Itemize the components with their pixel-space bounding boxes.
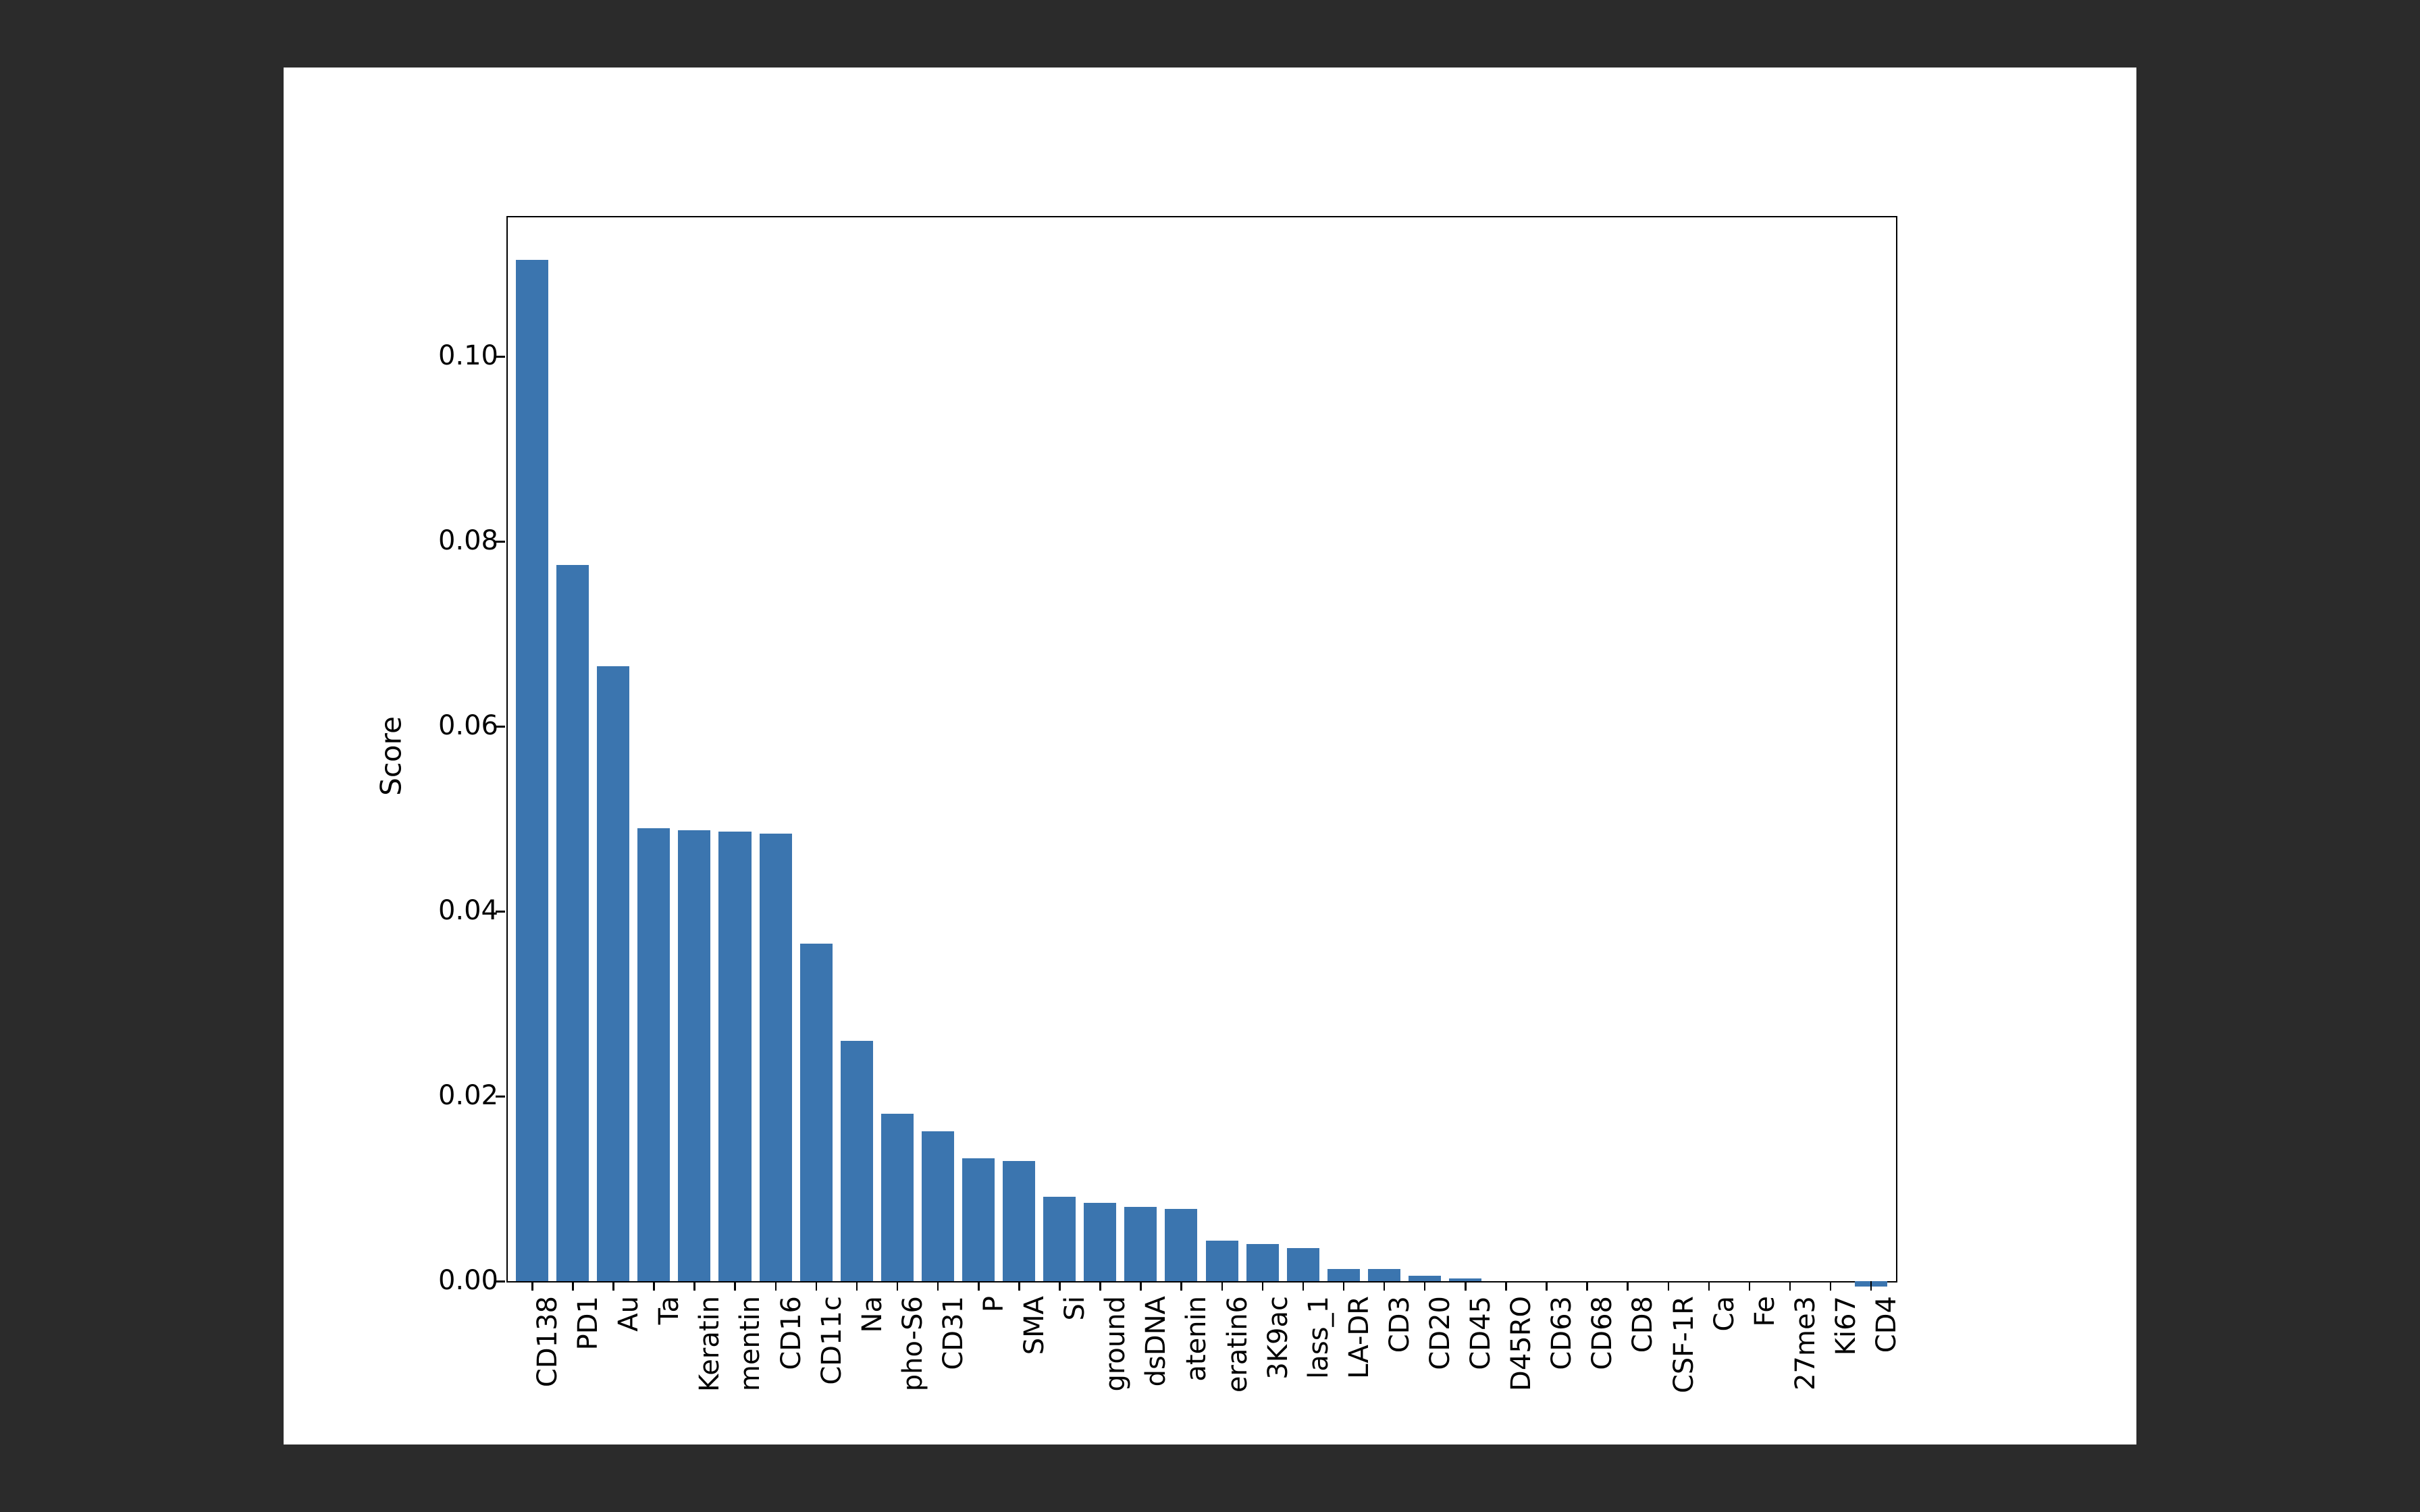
x-tick-label: D45RO: [1506, 1249, 1537, 1344]
y-tick-label: 0.08: [438, 525, 498, 556]
x-tick-label: CD45: [1465, 1259, 1496, 1333]
x-tick-label: CD11c: [816, 1251, 847, 1341]
x-tick-label: CD8: [1627, 1268, 1658, 1324]
x-tick-label: CD20: [1425, 1259, 1456, 1333]
y-tick-label: 0.04: [438, 895, 498, 926]
figure-canvas: Score 0.000.020.040.060.080.10CD138PD1Au…: [284, 68, 2136, 1444]
x-tick-label: Fe: [1750, 1280, 1781, 1311]
bar: [516, 260, 548, 1281]
bar: [637, 828, 670, 1281]
x-tick-label: dsDNA: [1140, 1251, 1172, 1341]
x-tick-label: lass_1: [1303, 1255, 1334, 1338]
x-tick-label: CD138: [532, 1250, 563, 1341]
page-root: Score 0.000.020.040.060.080.10CD138PD1Au…: [0, 0, 2420, 1512]
x-tick-label: Ta: [654, 1282, 685, 1310]
y-tick-label: 0.06: [438, 710, 498, 741]
axes-frame: 0.000.020.040.060.080.10CD138PD1AuTaKera…: [506, 216, 1897, 1282]
bar: [718, 832, 751, 1281]
x-tick-label: CD63: [1546, 1259, 1577, 1333]
x-tick-label: Au: [613, 1278, 644, 1314]
x-tick-label: CD3: [1384, 1268, 1415, 1324]
bar: [1003, 1161, 1035, 1281]
y-tick-label: 0.00: [438, 1265, 498, 1296]
x-tick-label: 3K9ac: [1263, 1254, 1294, 1338]
x-tick-label: Ki67: [1831, 1266, 1862, 1326]
bar: [800, 944, 833, 1281]
x-tick-label: Na: [857, 1278, 888, 1314]
x-tick-label: PD1: [573, 1269, 604, 1323]
y-tick-label: 0.10: [438, 340, 498, 371]
x-tick-label: CD16: [776, 1259, 807, 1333]
bar: [678, 830, 710, 1281]
x-tick-label: LA-DR: [1344, 1255, 1375, 1338]
bar: [841, 1041, 873, 1281]
x-tick-label: CD68: [1587, 1259, 1618, 1333]
x-tick-label: pho-S6: [897, 1248, 928, 1343]
bar: [760, 834, 792, 1281]
x-tick-label: P: [978, 1288, 1009, 1304]
x-tick-label: mentin: [735, 1248, 766, 1343]
bar: [556, 565, 589, 1281]
x-tick-label: Keratin: [694, 1248, 725, 1344]
y-tick-label: 0.02: [438, 1080, 498, 1111]
x-tick-label: atenin: [1181, 1253, 1212, 1339]
x-tick-label: CSF-1R: [1668, 1247, 1700, 1345]
plot-area: [508, 217, 1896, 1281]
x-tick-label: ground: [1100, 1248, 1131, 1344]
y-axis-label: Score: [374, 716, 407, 796]
x-tick-label: CD31: [938, 1259, 969, 1333]
x-tick-label: 27me3: [1790, 1249, 1821, 1343]
x-tick-label: Ca: [1709, 1278, 1740, 1314]
x-tick-label: SMA: [1019, 1266, 1050, 1325]
x-tick-label: Si: [1059, 1284, 1090, 1309]
bar: [597, 666, 629, 1281]
x-tick-label: eratin6: [1222, 1247, 1253, 1344]
x-tick-label: CD4: [1871, 1268, 1902, 1324]
